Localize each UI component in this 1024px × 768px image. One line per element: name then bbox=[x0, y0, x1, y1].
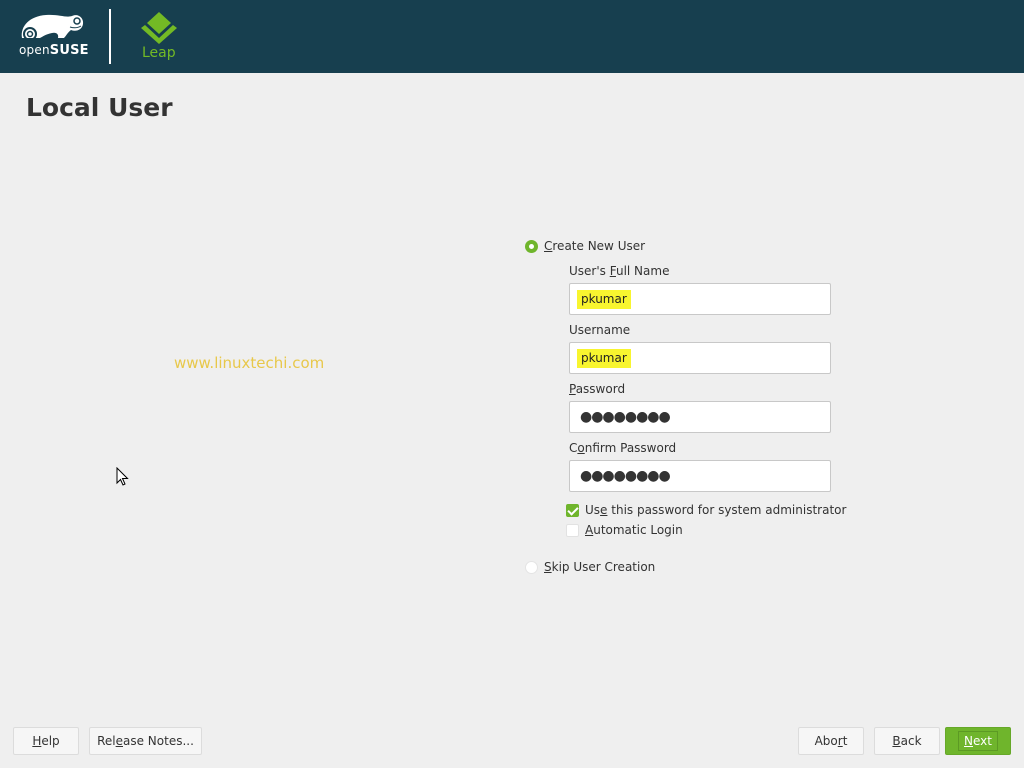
help-button[interactable]: Help bbox=[13, 727, 79, 755]
password-label: Password bbox=[569, 382, 626, 396]
skip-user-creation-label[interactable]: Skip User Creation bbox=[544, 560, 655, 574]
password-masked-value: ●●●●●●●● bbox=[580, 409, 671, 425]
leap-label: Leap bbox=[142, 45, 176, 61]
username-input[interactable]: pkumar bbox=[569, 342, 831, 374]
next-button[interactable]: Next bbox=[945, 727, 1011, 755]
confirm-password-input[interactable]: ●●●●●●●● bbox=[569, 460, 831, 492]
abort-button[interactable]: Abort bbox=[798, 727, 864, 755]
skip-user-creation-radio[interactable] bbox=[525, 561, 538, 574]
back-button[interactable]: Back bbox=[874, 727, 940, 755]
automatic-login-label[interactable]: Automatic Login bbox=[585, 523, 683, 537]
mouse-cursor-icon bbox=[116, 467, 129, 486]
next-button-focus-frame: Next bbox=[958, 731, 998, 751]
opensuse-logo: openSUSE bbox=[16, 10, 90, 60]
page-title: Local User bbox=[26, 93, 173, 122]
confirm-password-masked-value: ●●●●●●●● bbox=[580, 468, 671, 484]
release-notes-button[interactable]: Release Notes... bbox=[89, 727, 202, 755]
use-password-for-admin-checkbox[interactable] bbox=[566, 504, 579, 517]
full-name-value: pkumar bbox=[577, 290, 631, 309]
watermark-text: www.linuxtechi.com bbox=[174, 354, 325, 372]
username-value: pkumar bbox=[577, 349, 631, 368]
full-name-label: User's Full Name bbox=[569, 264, 670, 278]
full-name-input[interactable]: pkumar bbox=[569, 283, 831, 315]
leap-diamond-icon bbox=[141, 12, 177, 44]
leap-logo: Leap bbox=[137, 10, 181, 64]
use-password-for-admin-label[interactable]: Use this password for system administrat… bbox=[585, 503, 846, 517]
automatic-login-checkbox[interactable] bbox=[566, 524, 579, 537]
create-new-user-label[interactable]: Create New User bbox=[544, 239, 645, 253]
password-input[interactable]: ●●●●●●●● bbox=[569, 401, 831, 433]
opensuse-wordmark: openSUSE bbox=[19, 43, 89, 58]
header-bar: openSUSE Leap bbox=[0, 0, 1024, 73]
create-new-user-radio[interactable] bbox=[525, 240, 538, 253]
username-label: Username bbox=[569, 323, 631, 337]
header-divider bbox=[109, 9, 111, 64]
confirm-password-label: Confirm Password bbox=[569, 441, 677, 455]
chameleon-icon bbox=[21, 14, 84, 41]
